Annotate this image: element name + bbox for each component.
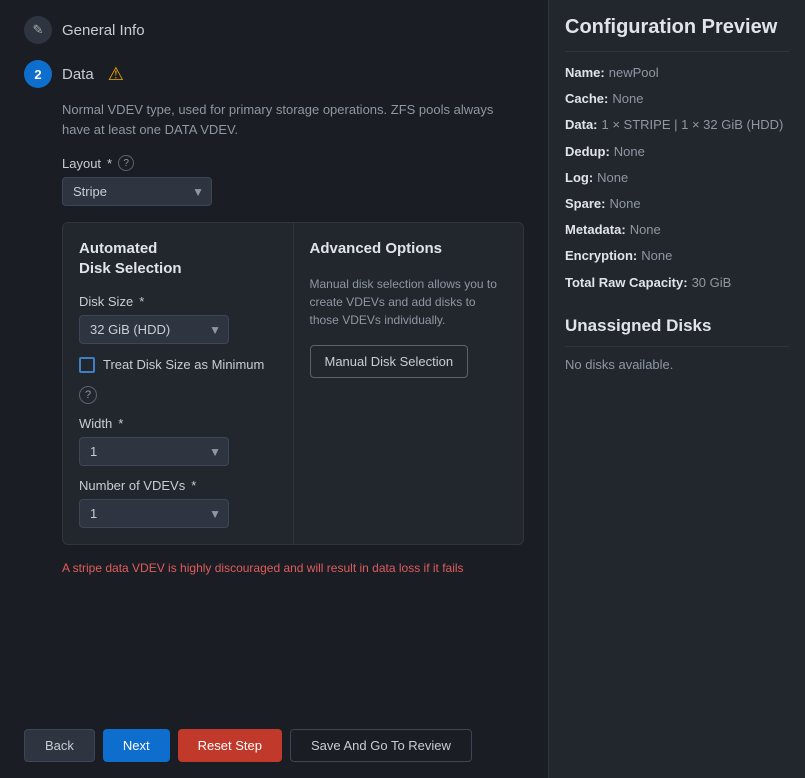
width-group: Width * 1 2 3 4 ▼	[79, 416, 277, 466]
config-encryption-value: None	[641, 247, 672, 265]
treat-disk-size-label: Treat Disk Size as Minimum	[103, 356, 264, 374]
config-encryption-row: Encryption: None	[565, 247, 789, 265]
disk-size-select-wrapper: 32 GiB (HDD) 64 GiB (HDD) 128 GiB (SSD) …	[79, 315, 229, 344]
config-data-row: Data: 1 × STRIPE | 1 × 32 GiB (HDD)	[565, 116, 789, 134]
layout-label-text: Layout	[62, 156, 101, 171]
config-dedup-value: None	[614, 143, 645, 161]
num-vdevs-group: Number of VDEVs * 1 2 3 4 ▼	[79, 478, 277, 528]
num-vdevs-label-text: Number of VDEVs	[79, 478, 185, 493]
automated-section: AutomatedDisk Selection Disk Size * 32 G…	[63, 223, 294, 544]
width-required: *	[118, 416, 123, 431]
config-total-raw-row: Total Raw Capacity: 30 GiB	[565, 274, 789, 292]
config-log-value: None	[597, 169, 628, 187]
disk-size-label-text: Disk Size	[79, 294, 133, 309]
config-spare-row: Spare: None	[565, 195, 789, 213]
left-panel: ✎ General Info 2 Data ⚠ Normal VDEV type…	[0, 0, 548, 778]
num-vdevs-select[interactable]: 1 2 3 4	[79, 499, 229, 528]
right-panel: Configuration Preview Name: newPool Cach…	[548, 0, 805, 778]
layout-field-group: Layout * ? Stripe Mirror RAIDZ1 RAIDZ2 R…	[24, 155, 524, 206]
treat-disk-size-checkbox[interactable]	[79, 357, 95, 373]
config-spare-key: Spare:	[565, 195, 605, 213]
config-spare-value: None	[609, 195, 640, 213]
edit-icon-glyph: ✎	[33, 22, 44, 38]
options-card: AutomatedDisk Selection Disk Size * 32 G…	[62, 222, 524, 545]
layout-label: Layout * ?	[62, 155, 524, 171]
advanced-title: Advanced Options	[310, 239, 508, 259]
disk-size-group: Disk Size * 32 GiB (HDD) 64 GiB (HDD) 12…	[79, 294, 277, 344]
manual-disk-selection-button[interactable]: Manual Disk Selection	[310, 345, 469, 378]
width-label: Width *	[79, 416, 277, 431]
reset-step-button[interactable]: Reset Step	[178, 729, 282, 762]
config-encryption-key: Encryption:	[565, 247, 637, 265]
config-cache-key: Cache:	[565, 90, 608, 108]
step2-description: Normal VDEV type, used for primary stora…	[24, 100, 524, 139]
width-select-wrapper: 1 2 3 4 ▼	[79, 437, 229, 466]
no-disks-text: No disks available.	[565, 357, 789, 372]
advanced-description: Manual disk selection allows you to crea…	[310, 275, 508, 329]
width-label-text: Width	[79, 416, 112, 431]
layout-select[interactable]: Stripe Mirror RAIDZ1 RAIDZ2 RAIDZ3	[62, 177, 212, 206]
config-name-row: Name: newPool	[565, 64, 789, 82]
advanced-section: Advanced Options Manual disk selection a…	[294, 223, 524, 544]
config-metadata-value: None	[630, 221, 661, 239]
step2-number-badge: 2	[24, 60, 52, 88]
layout-help-icon[interactable]: ?	[118, 155, 134, 171]
unassigned-disks-section: Unassigned Disks No disks available.	[565, 316, 789, 372]
unassigned-disks-title: Unassigned Disks	[565, 316, 789, 347]
config-cache-value: None	[612, 90, 643, 108]
step1-edit-icon[interactable]: ✎	[24, 16, 52, 44]
step1-header: ✎ General Info	[24, 16, 524, 44]
width-select[interactable]: 1 2 3 4	[79, 437, 229, 466]
treat-disk-help-icon[interactable]: ?	[79, 386, 97, 404]
back-button[interactable]: Back	[24, 729, 95, 762]
config-preview-details: Name: newPool Cache: None Data: 1 × STRI…	[565, 64, 789, 292]
action-buttons: Back Next Reset Step Save And Go To Revi…	[24, 713, 524, 762]
layout-select-wrapper: Stripe Mirror RAIDZ1 RAIDZ2 RAIDZ3 ▼	[62, 177, 212, 206]
config-name-key: Name:	[565, 64, 605, 82]
config-metadata-key: Metadata:	[565, 221, 626, 239]
config-data-key: Data:	[565, 116, 598, 134]
disk-size-required: *	[139, 294, 144, 309]
layout-required: *	[107, 156, 112, 171]
disk-size-label: Disk Size *	[79, 294, 277, 309]
config-total-raw-value: 30 GiB	[692, 274, 732, 292]
config-data-value: 1 × STRIPE | 1 × 32 GiB (HDD)	[602, 116, 784, 134]
disk-size-select[interactable]: 32 GiB (HDD) 64 GiB (HDD) 128 GiB (SSD)	[79, 315, 229, 344]
config-preview-section: Configuration Preview Name: newPool Cach…	[565, 16, 789, 300]
config-metadata-row: Metadata: None	[565, 221, 789, 239]
save-and-review-button[interactable]: Save And Go To Review	[290, 729, 472, 762]
step2-header: 2 Data ⚠	[24, 60, 524, 88]
next-button[interactable]: Next	[103, 729, 170, 762]
config-name-value: newPool	[609, 64, 659, 82]
config-log-key: Log:	[565, 169, 593, 187]
step1-title: General Info	[62, 22, 145, 39]
num-vdevs-required: *	[191, 478, 196, 493]
stripe-warning: A stripe data VDEV is highly discouraged…	[24, 561, 524, 575]
automated-title: AutomatedDisk Selection	[79, 239, 277, 278]
config-dedup-row: Dedup: None	[565, 143, 789, 161]
config-preview-title: Configuration Preview	[565, 16, 789, 52]
config-log-row: Log: None	[565, 169, 789, 187]
warning-icon: ⚠	[108, 64, 124, 85]
config-dedup-key: Dedup:	[565, 143, 610, 161]
step2-title: Data	[62, 66, 94, 83]
num-vdevs-select-wrapper: 1 2 3 4 ▼	[79, 499, 229, 528]
num-vdevs-label: Number of VDEVs *	[79, 478, 277, 493]
treat-disk-size-row: Treat Disk Size as Minimum	[79, 356, 277, 374]
config-cache-row: Cache: None	[565, 90, 789, 108]
config-total-raw-key: Total Raw Capacity:	[565, 274, 688, 292]
